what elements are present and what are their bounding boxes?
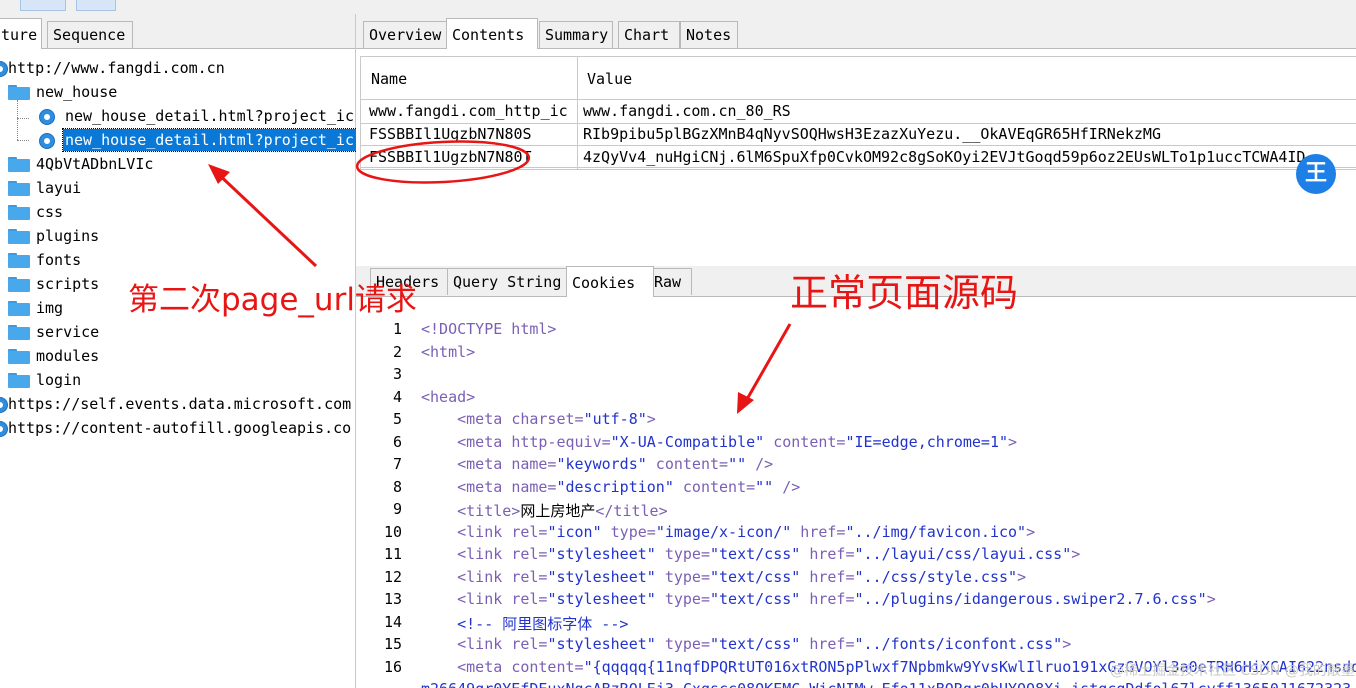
annotation-second-request: 第二次page_url请求 — [128, 282, 417, 318]
tab-structure-label: ture — [1, 26, 38, 44]
watermark: @稀土掘金技术社区 CSDN @我的敲墨头不有bug — [1110, 663, 1356, 679]
tab-cookies[interactable]: Cookies — [566, 266, 654, 297]
tab-structure[interactable]: ture — [0, 18, 42, 49]
red-arrow-annotation — [212, 168, 318, 268]
annotation-overlay — [208, 140, 792, 414]
tab-contents-label: Contents — [452, 26, 525, 44]
red-arrowhead — [737, 392, 754, 414]
red-circle-annotation — [355, 140, 531, 184]
red-arrow-annotation — [740, 323, 792, 409]
annotation-normal-source: 正常页面源码 — [790, 271, 1019, 315]
tab-contents[interactable]: Contents — [446, 18, 538, 49]
tab-cookies-label: Cookies — [572, 274, 636, 292]
